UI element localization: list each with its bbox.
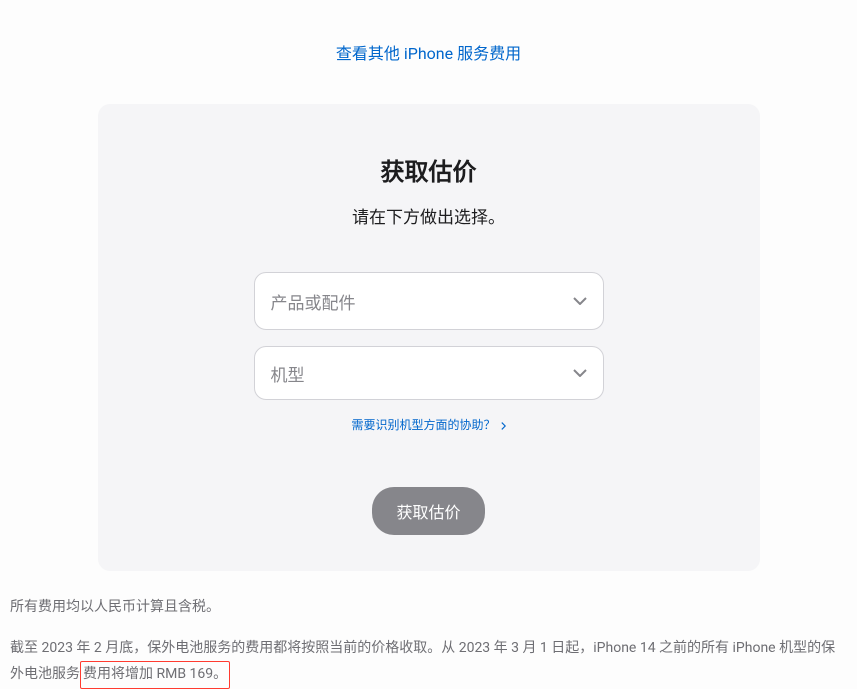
model-select[interactable]: 机型 — [254, 346, 604, 400]
get-estimate-button[interactable]: 获取估价 — [372, 487, 484, 535]
chevron-right-icon — [501, 418, 506, 432]
card-title: 获取估价 — [138, 152, 720, 187]
view-other-services-link[interactable]: 查看其他 iPhone 服务费用 — [0, 40, 857, 64]
card-subtitle: 请在下方做出选择。 — [138, 203, 720, 228]
product-select[interactable]: 产品或配件 — [254, 272, 604, 330]
footer-notes: 所有费用均以人民币计算且含税。 截至 2023 年 2 月底，保外电池服务的费用… — [0, 571, 857, 689]
chevron-down-icon — [573, 369, 587, 377]
price-increase-highlight: 费用将增加 RMB 169。 — [80, 661, 230, 688]
chevron-down-icon — [573, 297, 587, 305]
identify-model-help-link[interactable]: 需要识别机型方面的协助？ — [138, 416, 720, 433]
estimate-card: 获取估价 请在下方做出选择。 产品或配件 机型 需要识别机型方面的协助？ 获取估… — [98, 104, 760, 571]
help-link-text: 需要识别机型方面的协助？ — [352, 418, 496, 432]
footer-tax-note: 所有费用均以人民币计算且含税。 — [10, 595, 847, 620]
model-select-placeholder: 机型 — [271, 361, 305, 386]
footer-price-change-note: 截至 2023 年 2 月底，保外电池服务的费用都将按照当前的价格收取。从 20… — [10, 636, 847, 688]
product-select-placeholder: 产品或配件 — [271, 289, 356, 314]
